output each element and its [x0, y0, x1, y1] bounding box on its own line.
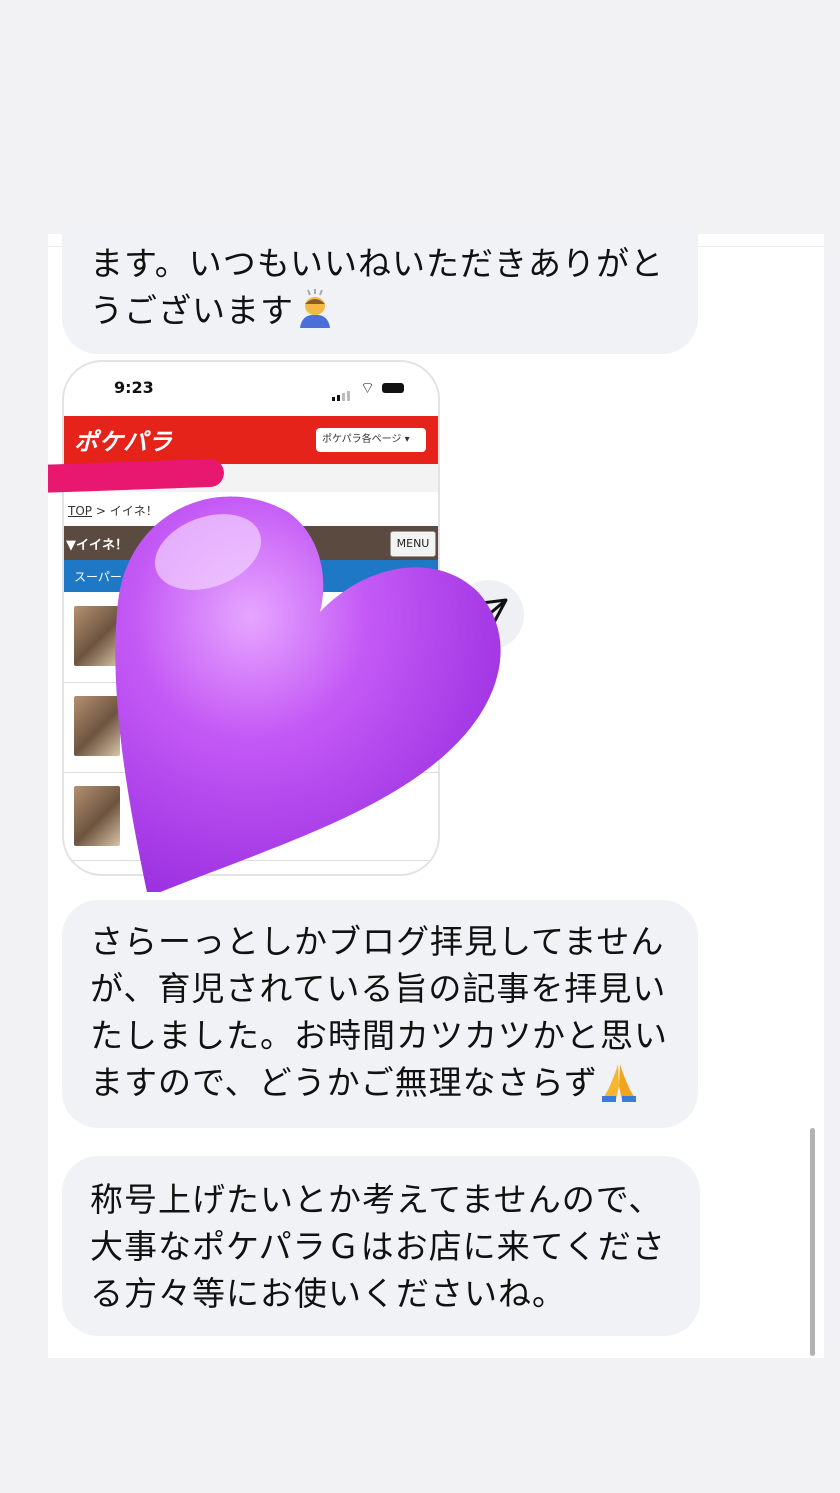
message-bubble-received[interactable]: さらーっとしかブログ拝見してません が、育児されている旨の記事を拝見い たしまし…: [62, 900, 698, 1128]
signal-icon: [332, 382, 352, 401]
person-bowing-emoji-icon: [300, 289, 330, 328]
message-text: さらーっとしかブログ拝見してません が、育児されている旨の記事を拝見い たしまし…: [90, 922, 668, 1102]
status-time: 9:23: [114, 378, 154, 397]
message-text: 称号上げたいとか考えてませんので、 大事なポケパラＧはお店に来てくださ る方々等…: [90, 1180, 666, 1313]
message-bubble-received[interactable]: 称号上げたいとか考えてませんので、 大事なポケパラＧはお店に来てくださ る方々等…: [62, 1156, 700, 1336]
page-select: ポケパラ各ページ ▾: [316, 428, 426, 452]
folded-hands-emoji-icon: [602, 1064, 637, 1102]
chat-panel: ます。いつもいいねいただきありがと うございます 9:23 ⌔ ポケパラ ポケパ…: [48, 234, 824, 1358]
site-header: ポケパラ ポケパラ各ページ ▾: [64, 416, 438, 464]
battery-icon: [382, 383, 404, 393]
scrollbar[interactable]: [810, 1128, 815, 1356]
breadcrumb-top: TOP: [68, 504, 93, 518]
purple-heart-sticker-icon: [115, 496, 501, 892]
message-text: ます。いつもいいねいただきありがと うございます: [90, 244, 665, 330]
site-logo: ポケパラ: [74, 428, 174, 456]
message-bubble-received[interactable]: ます。いつもいいねいただきありがと うございます: [62, 234, 698, 354]
status-bar: 9:23 ⌔: [64, 362, 438, 416]
wifi-icon: ⌔: [360, 378, 376, 397]
